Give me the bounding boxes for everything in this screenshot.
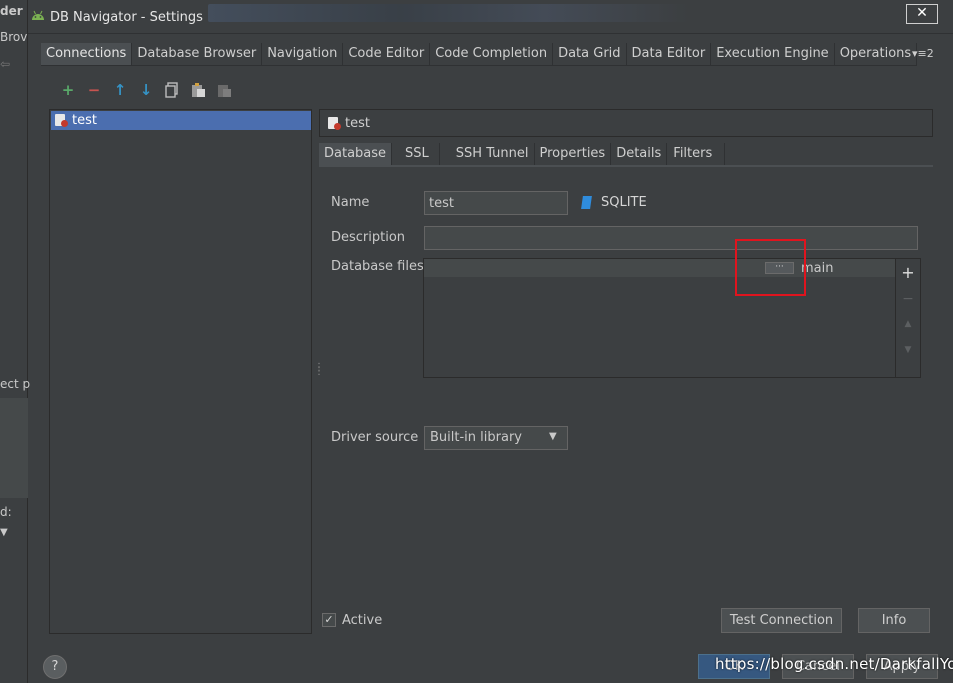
driver-source-label: Driver source: [331, 430, 419, 445]
close-button[interactable]: ✕: [906, 4, 938, 24]
description-field[interactable]: [424, 226, 918, 250]
plus-icon[interactable]: +: [55, 81, 81, 99]
info-button[interactable]: Info: [858, 608, 930, 633]
tab-connections[interactable]: Connections: [41, 43, 133, 66]
driver-source-select[interactable]: Built-in library ▼: [424, 426, 568, 450]
tab-data-editor[interactable]: Data Editor: [626, 43, 712, 66]
minus-icon[interactable]: −: [81, 81, 107, 99]
description-label: Description: [331, 230, 406, 245]
window-title: DB Navigator - Settings: [50, 10, 203, 25]
arrow-down-icon[interactable]: ↓: [133, 81, 159, 99]
title-bar: DB Navigator - Settings ✕: [28, 0, 953, 34]
background-text: ect p: [0, 377, 31, 391]
name-label: Name: [331, 195, 370, 210]
tab-ssl[interactable]: SSL: [392, 143, 440, 166]
chevron-down-icon: ▼: [549, 431, 557, 442]
connections-list[interactable]: test: [49, 109, 312, 634]
sqlite-icon: [581, 196, 592, 209]
copy-icon[interactable]: [159, 81, 185, 99]
tab-database[interactable]: Database: [319, 143, 393, 166]
database-connection-icon: [55, 114, 68, 127]
active-label: Active: [342, 613, 383, 628]
tab-details[interactable]: Details: [611, 143, 668, 166]
arrow-up-icon[interactable]: ↑: [107, 81, 133, 99]
annotation-highlight-box: [735, 239, 806, 296]
table-row[interactable]: ··· main: [424, 259, 895, 278]
tab-properties[interactable]: Properties: [535, 143, 612, 166]
splitter-handle[interactable]: ⋮ ⋮: [314, 363, 324, 377]
connection-label: test: [72, 113, 97, 128]
add-file-button[interactable]: +: [896, 263, 920, 282]
tab-code-editor[interactable]: Code Editor: [343, 43, 431, 66]
tab-execution-engine[interactable]: Execution Engine: [711, 43, 835, 66]
settings-tabs: Connections Database Browser Navigation …: [41, 43, 918, 66]
move-down-button: ▼: [904, 345, 912, 355]
background-arrow-icon: ⇦: [0, 57, 11, 71]
background-ide-strip: der Brov ⇦ ect p d: ▼: [0, 0, 31, 683]
tab-database-browser[interactable]: Database Browser: [132, 43, 263, 66]
tab-ssh-tunnel[interactable]: SSH Tunnel: [440, 143, 535, 166]
background-triangle-icon: ▼: [0, 527, 8, 538]
connections-toolbar: + − ↑ ↓: [55, 81, 237, 99]
paste-disabled-icon: [211, 81, 237, 99]
android-icon: [32, 10, 44, 20]
connection-header: test: [319, 109, 933, 137]
list-item[interactable]: test: [51, 111, 311, 130]
connection-title: test: [345, 116, 370, 131]
watermark-text: https://blog.csdn.net/DarkfallYou: [715, 655, 953, 673]
paste-icon[interactable]: [185, 81, 211, 99]
name-field[interactable]: [424, 191, 568, 215]
tab-data-grid[interactable]: Data Grid: [553, 43, 627, 66]
tab-filters[interactable]: Filters: [667, 143, 726, 166]
connection-detail-tabs: Database SSL SSH Tunnel Properties Detai…: [319, 143, 726, 166]
background-text: der: [0, 4, 23, 18]
driver-source-value: Built-in library: [430, 430, 522, 445]
remove-file-button: −: [902, 291, 914, 307]
background-text: d:: [0, 505, 12, 519]
database-files-label: Database files: [331, 259, 424, 274]
tab-navigation[interactable]: Navigation: [262, 43, 344, 66]
tabs-overflow-button[interactable]: ▾≡2: [912, 47, 934, 60]
test-connection-button[interactable]: Test Connection: [721, 608, 842, 633]
files-side-toolbar: + − ▲ ▼: [896, 258, 921, 378]
active-checkbox[interactable]: ✓: [322, 613, 336, 627]
database-type-label: SQLITE: [601, 195, 647, 210]
tab-code-completion[interactable]: Code Completion: [430, 43, 554, 66]
database-connection-icon: [328, 117, 341, 130]
move-up-button: ▲: [904, 319, 912, 329]
tab-operations[interactable]: Operations: [834, 43, 918, 66]
database-files-table[interactable]: ··· main: [423, 258, 896, 378]
help-button[interactable]: ?: [43, 655, 67, 679]
blurred-background-titlebar: [208, 4, 688, 22]
background-text: Brov: [0, 30, 28, 44]
background-panel: [0, 398, 28, 498]
tab-underline: [319, 165, 933, 167]
